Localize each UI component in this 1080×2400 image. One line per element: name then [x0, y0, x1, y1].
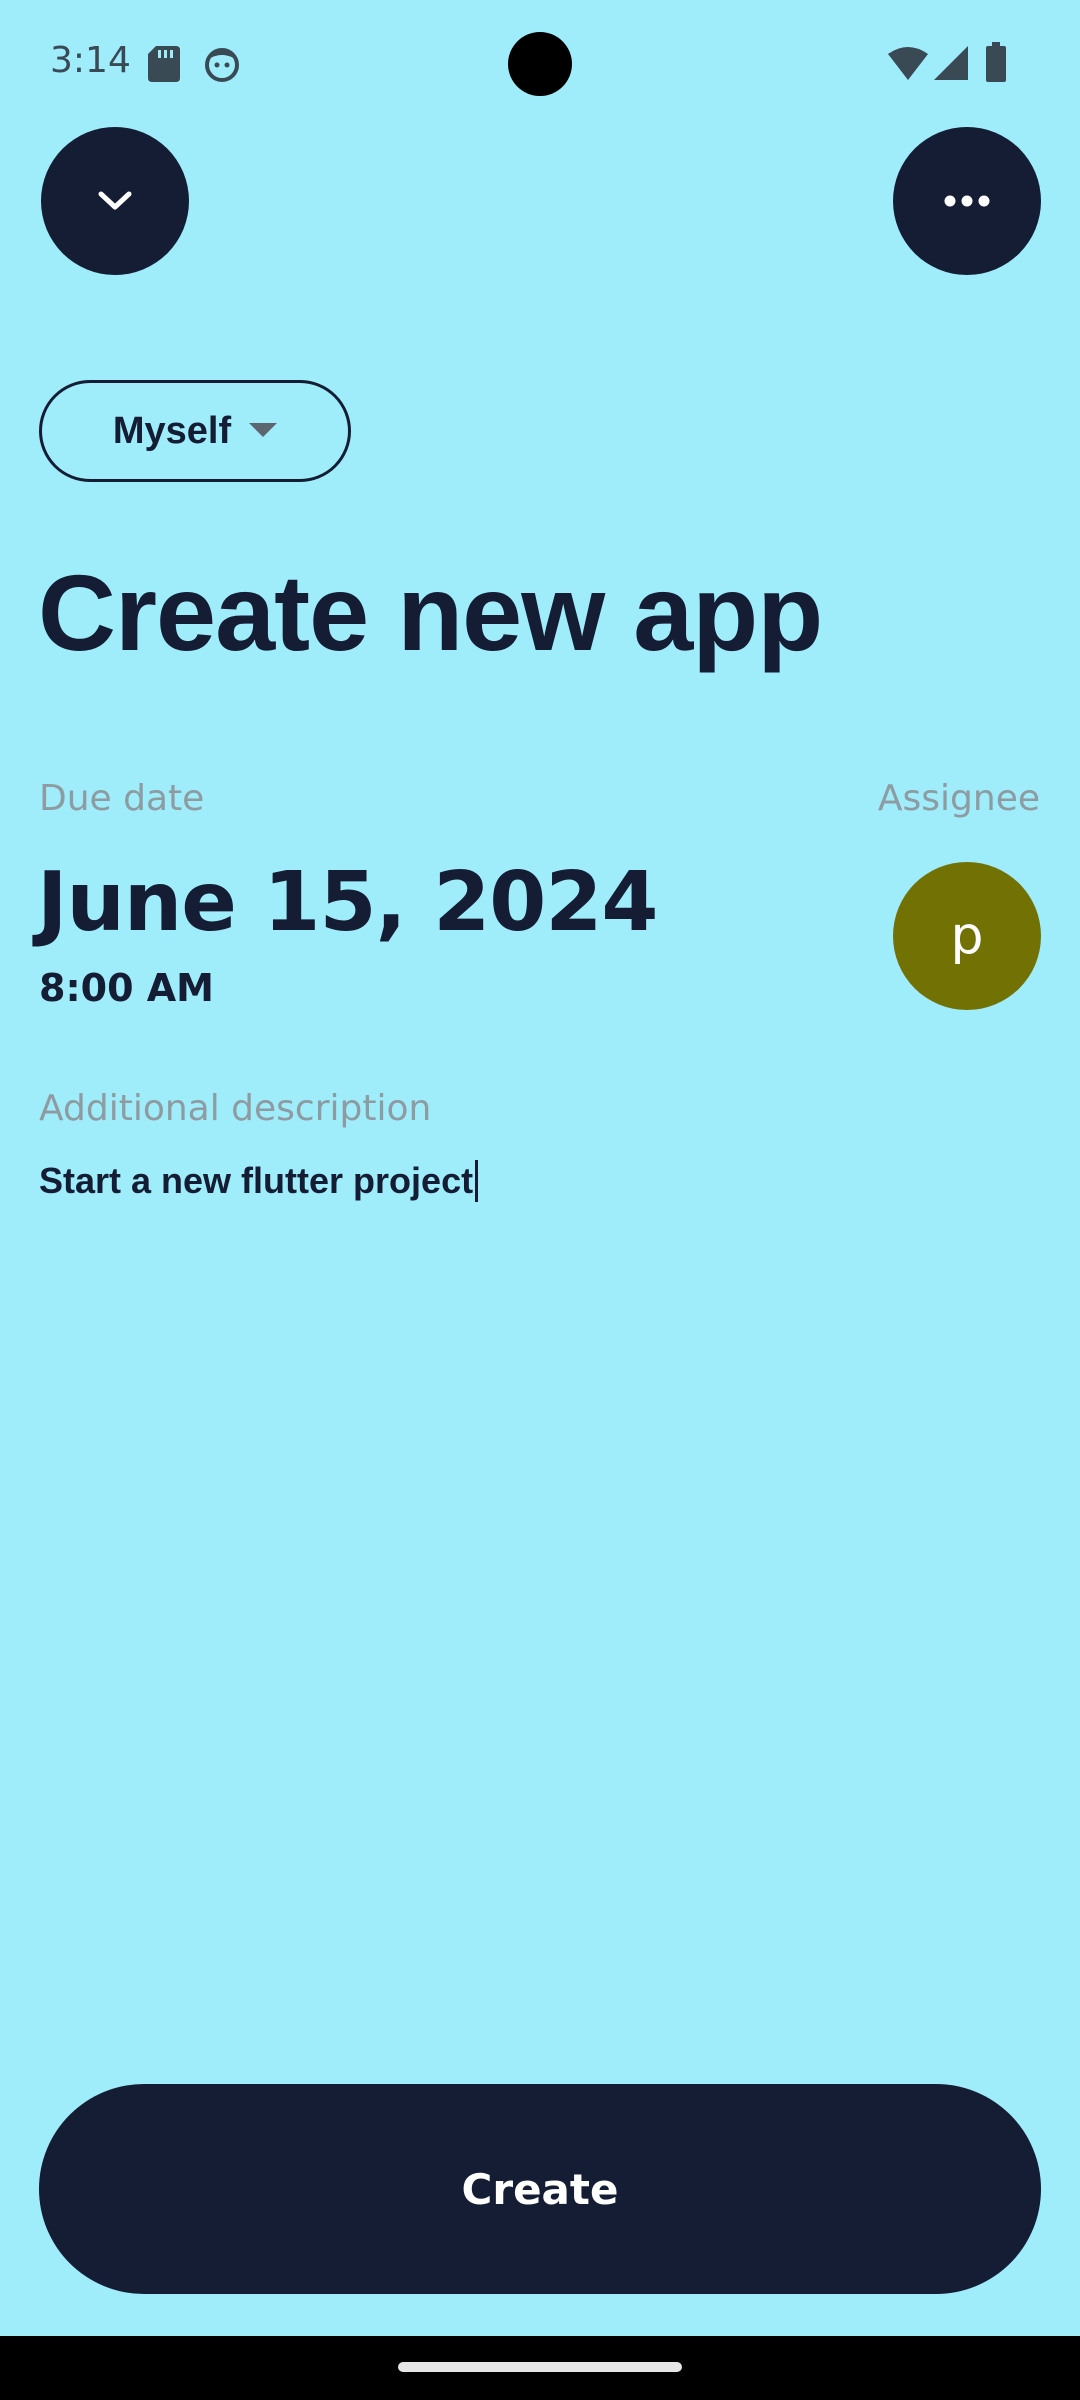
- description-label: Additional description: [39, 1088, 432, 1129]
- description-text: Start a new flutter project: [39, 1160, 474, 1201]
- caret-down-icon: [249, 423, 278, 437]
- app-screen: 3:14 Myself Create new app Due date Assi…: [0, 0, 1080, 2336]
- owner-selector[interactable]: Myself: [39, 380, 351, 482]
- signal-icon: [934, 46, 968, 80]
- create-button[interactable]: Create: [39, 2084, 1041, 2294]
- home-gesture-handle[interactable]: [398, 2362, 682, 2372]
- more-options-button[interactable]: [893, 127, 1041, 275]
- more-horizontal-icon: [944, 195, 990, 207]
- sd-card-icon: [148, 46, 180, 82]
- due-date-label: Due date: [39, 778, 205, 819]
- owner-selector-label: Myself: [112, 409, 232, 452]
- collapse-button[interactable]: [41, 127, 189, 275]
- status-bar: 3:14: [0, 0, 1080, 130]
- face-icon: [205, 48, 239, 82]
- due-time-value[interactable]: 8:00 AM: [39, 966, 214, 1010]
- chevron-down-icon: [98, 191, 132, 210]
- page-title: Create new app: [38, 552, 823, 673]
- assignee-label: Assignee: [877, 778, 1040, 819]
- description-input[interactable]: Start a new flutter project: [39, 1160, 1039, 1202]
- assignee-avatar[interactable]: p: [893, 862, 1041, 1010]
- wifi-icon: [888, 47, 928, 80]
- due-date-value[interactable]: June 15, 2024: [37, 855, 658, 950]
- camera-cutout: [508, 32, 572, 96]
- status-time: 3:14: [50, 40, 131, 81]
- battery-icon: [986, 42, 1006, 82]
- text-cursor: [475, 1160, 479, 1202]
